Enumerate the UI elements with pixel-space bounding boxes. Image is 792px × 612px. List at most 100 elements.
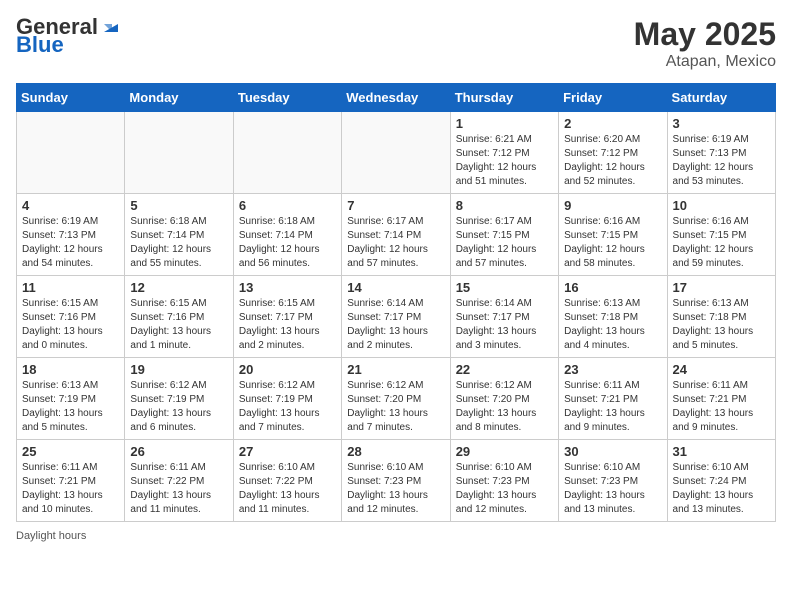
calendar-day-header: Wednesday — [342, 84, 450, 112]
month-year-title: May 2025 — [634, 16, 776, 53]
calendar-cell: 16 Sunrise: 6:13 AM Sunset: 7:18 PM Dayli… — [559, 276, 667, 358]
day-info: Sunrise: 6:16 AM Sunset: 7:15 PM Dayligh… — [564, 215, 661, 271]
calendar-header-row: SundayMondayTuesdayWednesdayThursdayFrid… — [17, 84, 776, 112]
day-info: Sunrise: 6:10 AM Sunset: 7:23 PM Dayligh… — [347, 461, 444, 517]
day-number: 21 — [347, 362, 444, 377]
day-number: 14 — [347, 280, 444, 295]
calendar-cell: 5 Sunrise: 6:18 AM Sunset: 7:14 PM Daylig… — [125, 194, 233, 276]
logo: General Blue — [16, 16, 122, 56]
day-info: Sunrise: 6:19 AM Sunset: 7:13 PM Dayligh… — [673, 133, 770, 189]
calendar-day-header: Sunday — [17, 84, 125, 112]
day-info: Sunrise: 6:12 AM Sunset: 7:20 PM Dayligh… — [456, 379, 553, 435]
day-number: 25 — [22, 444, 119, 459]
day-info: Sunrise: 6:17 AM Sunset: 7:14 PM Dayligh… — [347, 215, 444, 271]
day-info: Sunrise: 6:11 AM Sunset: 7:22 PM Dayligh… — [130, 461, 227, 517]
day-number: 26 — [130, 444, 227, 459]
calendar-table: SundayMondayTuesdayWednesdayThursdayFrid… — [16, 83, 776, 522]
calendar-cell — [233, 112, 341, 194]
page-header: General Blue May 2025 Atapan, Mexico — [16, 16, 776, 71]
day-number: 9 — [564, 198, 661, 213]
calendar-cell: 15Sunrise: 6:14 AM Sunset: 7:17 PM Dayli… — [450, 276, 558, 358]
day-number: 10 — [673, 198, 770, 213]
calendar-cell — [342, 112, 450, 194]
calendar-cell: 23Sunrise: 6:11 AM Sunset: 7:21 PM Dayli… — [559, 358, 667, 440]
day-number: 28 — [347, 444, 444, 459]
calendar-cell: 18Sunrise: 6:13 AM Sunset: 7:19 PM Dayli… — [17, 358, 125, 440]
calendar-cell: 9 Sunrise: 6:16 AM Sunset: 7:15 PM Daylig… — [559, 194, 667, 276]
day-info: Sunrise: 6:20 AM Sunset: 7:12 PM Dayligh… — [564, 133, 661, 189]
day-number: 18 — [22, 362, 119, 377]
calendar-cell: 21 Sunrise: 6:12 AM Sunset: 7:20 PM Dayli… — [342, 358, 450, 440]
logo-blue: Blue — [16, 34, 64, 56]
day-info: Sunrise: 6:10 AM Sunset: 7:22 PM Dayligh… — [239, 461, 336, 517]
day-number: 2 — [564, 116, 661, 131]
calendar-cell: 10 Sunrise: 6:16 AM Sunset: 7:15 PM Dayli… — [667, 194, 775, 276]
day-number: 11 — [22, 280, 119, 295]
calendar-cell — [17, 112, 125, 194]
day-info: Sunrise: 6:11 AM Sunset: 7:21 PM Dayligh… — [22, 461, 119, 517]
calendar-week-row: 1Sunrise: 6:21 AM Sunset: 7:12 PM Daylig… — [17, 112, 776, 194]
day-number: 20 — [239, 362, 336, 377]
day-info: Sunrise: 6:18 AM Sunset: 7:14 PM Dayligh… — [239, 215, 336, 271]
calendar-day-header: Friday — [559, 84, 667, 112]
day-number: 24 — [673, 362, 770, 377]
day-number: 23 — [564, 362, 661, 377]
calendar-cell: 29Sunrise: 6:10 AM Sunset: 7:23 PM Dayli… — [450, 440, 558, 522]
day-number: 27 — [239, 444, 336, 459]
calendar-cell: 27 Sunrise: 6:10 AM Sunset: 7:22 PM Dayli… — [233, 440, 341, 522]
calendar-cell: 22 Sunrise: 6:12 AM Sunset: 7:20 PM Dayli… — [450, 358, 558, 440]
calendar-week-row: 4Sunrise: 6:19 AM Sunset: 7:13 PM Daylig… — [17, 194, 776, 276]
calendar-cell: 25 Sunrise: 6:11 AM Sunset: 7:21 PM Dayli… — [17, 440, 125, 522]
calendar-day-header: Monday — [125, 84, 233, 112]
day-number: 16 — [564, 280, 661, 295]
day-info: Sunrise: 6:12 AM Sunset: 7:19 PM Dayligh… — [130, 379, 227, 435]
day-number: 5 — [130, 198, 227, 213]
day-info: Sunrise: 6:14 AM Sunset: 7:17 PM Dayligh… — [456, 297, 553, 353]
calendar-cell: 14 Sunrise: 6:14 AM Sunset: 7:17 PM Dayli… — [342, 276, 450, 358]
calendar-week-row: 18Sunrise: 6:13 AM Sunset: 7:19 PM Dayli… — [17, 358, 776, 440]
day-info: Sunrise: 6:14 AM Sunset: 7:17 PM Dayligh… — [347, 297, 444, 353]
day-info: Sunrise: 6:12 AM Sunset: 7:20 PM Dayligh… — [347, 379, 444, 435]
calendar-day-header: Thursday — [450, 84, 558, 112]
day-info: Sunrise: 6:10 AM Sunset: 7:24 PM Dayligh… — [673, 461, 770, 517]
day-number: 22 — [456, 362, 553, 377]
day-info: Sunrise: 6:13 AM Sunset: 7:18 PM Dayligh… — [673, 297, 770, 353]
calendar-cell: 13Sunrise: 6:15 AM Sunset: 7:17 PM Dayli… — [233, 276, 341, 358]
calendar-day-header: Tuesday — [233, 84, 341, 112]
calendar-cell: 7 Sunrise: 6:17 AM Sunset: 7:14 PM Daylig… — [342, 194, 450, 276]
calendar-cell — [125, 112, 233, 194]
day-info: Sunrise: 6:12 AM Sunset: 7:19 PM Dayligh… — [239, 379, 336, 435]
calendar-cell: 4Sunrise: 6:19 AM Sunset: 7:13 PM Daylig… — [17, 194, 125, 276]
day-info: Sunrise: 6:21 AM Sunset: 7:12 PM Dayligh… — [456, 133, 553, 189]
calendar-cell: 11 Sunrise: 6:15 AM Sunset: 7:16 PM Dayli… — [17, 276, 125, 358]
logo-icon — [100, 14, 122, 36]
title-block: May 2025 Atapan, Mexico — [634, 16, 776, 71]
calendar-cell: 30 Sunrise: 6:10 AM Sunset: 7:23 PM Dayli… — [559, 440, 667, 522]
day-number: 8 — [456, 198, 553, 213]
calendar-cell: 20 Sunrise: 6:12 AM Sunset: 7:19 PM Dayli… — [233, 358, 341, 440]
calendar-cell: 24Sunrise: 6:11 AM Sunset: 7:21 PM Dayli… — [667, 358, 775, 440]
calendar-cell: 28 Sunrise: 6:10 AM Sunset: 7:23 PM Dayli… — [342, 440, 450, 522]
day-number: 7 — [347, 198, 444, 213]
day-number: 3 — [673, 116, 770, 131]
day-number: 30 — [564, 444, 661, 459]
calendar-day-header: Saturday — [667, 84, 775, 112]
day-info: Sunrise: 6:13 AM Sunset: 7:18 PM Dayligh… — [564, 297, 661, 353]
day-info: Sunrise: 6:15 AM Sunset: 7:17 PM Dayligh… — [239, 297, 336, 353]
day-number: 31 — [673, 444, 770, 459]
day-info: Sunrise: 6:15 AM Sunset: 7:16 PM Dayligh… — [130, 297, 227, 353]
calendar-cell: 1Sunrise: 6:21 AM Sunset: 7:12 PM Daylig… — [450, 112, 558, 194]
day-info: Sunrise: 6:18 AM Sunset: 7:14 PM Dayligh… — [130, 215, 227, 271]
calendar-cell: 26 Sunrise: 6:11 AM Sunset: 7:22 PM Dayli… — [125, 440, 233, 522]
day-number: 6 — [239, 198, 336, 213]
calendar-cell: 3 Sunrise: 6:19 AM Sunset: 7:13 PM Daylig… — [667, 112, 775, 194]
day-info: Sunrise: 6:15 AM Sunset: 7:16 PM Dayligh… — [22, 297, 119, 353]
day-number: 12 — [130, 280, 227, 295]
day-info: Sunrise: 6:16 AM Sunset: 7:15 PM Dayligh… — [673, 215, 770, 271]
calendar-footer: Daylight hours — [16, 530, 776, 542]
day-info: Sunrise: 6:10 AM Sunset: 7:23 PM Dayligh… — [564, 461, 661, 517]
day-info: Sunrise: 6:10 AM Sunset: 7:23 PM Dayligh… — [456, 461, 553, 517]
calendar-cell: 8Sunrise: 6:17 AM Sunset: 7:15 PM Daylig… — [450, 194, 558, 276]
calendar-cell: 2 Sunrise: 6:20 AM Sunset: 7:12 PM Daylig… — [559, 112, 667, 194]
calendar-week-row: 11 Sunrise: 6:15 AM Sunset: 7:16 PM Dayli… — [17, 276, 776, 358]
